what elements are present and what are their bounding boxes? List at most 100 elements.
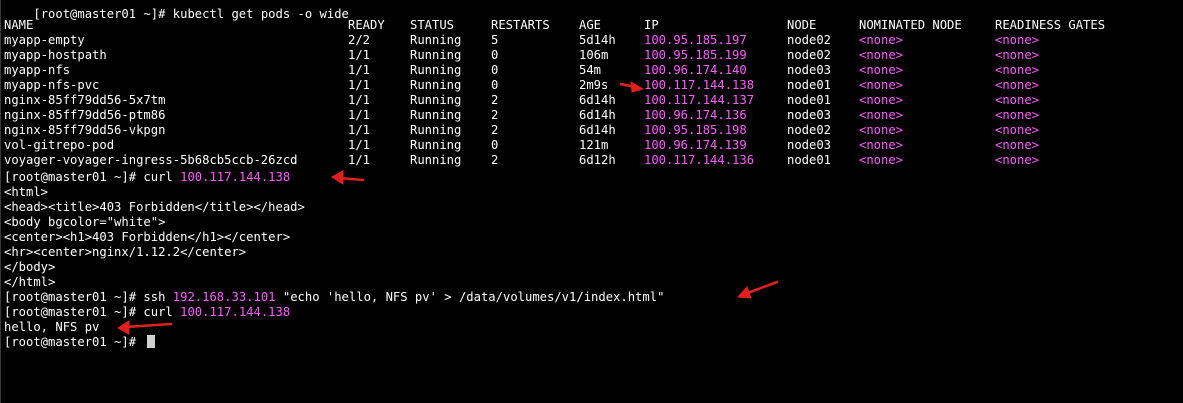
pod-age: 6d14h — [579, 123, 616, 137]
pod-restarts: 5 — [491, 33, 499, 47]
pod-nominated-node: <none> — [859, 33, 904, 47]
arrow-icon — [736, 280, 779, 299]
header-node: NODE — [787, 18, 817, 32]
pod-name: vol-gitrepo-pod — [4, 138, 115, 152]
pod-age: 54m — [579, 63, 602, 77]
ip-argument: 100.117.144.138 — [180, 170, 291, 184]
pod-node: node01 — [787, 93, 832, 107]
shell-prompt: [root@master01 ~]# — [4, 335, 144, 349]
output-line: <body bgcolor="white"> — [4, 215, 166, 229]
ip-argument: 100.117.144.138 — [180, 305, 291, 319]
header-name: NAME — [4, 18, 34, 32]
pod-readiness-gates: <none> — [995, 63, 1040, 77]
pod-readiness-gates: <none> — [995, 138, 1040, 152]
header-readiness-gates: READINESS GATES — [995, 18, 1106, 32]
pod-status: Running — [410, 48, 462, 62]
output-line: </body> — [4, 260, 56, 274]
pod-status: Running — [410, 123, 462, 137]
header-status: STATUS — [410, 18, 455, 32]
pod-nominated-node: <none> — [859, 63, 904, 77]
output-line: <hr><center>nginx/1.12.2</center> — [4, 245, 247, 259]
pod-readiness-gates: <none> — [995, 153, 1040, 167]
output-line: </html> — [4, 275, 56, 289]
ip-argument: 192.168.33.101 — [172, 290, 276, 304]
pod-ready: 2/2 — [348, 33, 371, 47]
pod-restarts: 2 — [491, 153, 499, 167]
pod-ready: 1/1 — [348, 108, 371, 122]
pod-restarts: 0 — [491, 138, 499, 152]
terminal-window[interactable]: [root@master01 ~]# kubectl get pods -o w… — [0, 0, 1183, 403]
shell-prompt: [root@master01 ~]# — [4, 290, 144, 304]
pod-nominated-node: <none> — [859, 108, 904, 122]
table-row: nginx-85ff79dd56-vkpgn 1/1 Running 2 6d1… — [4, 123, 1174, 138]
pod-ip: 100.96.174.139 — [644, 138, 747, 152]
pod-status: Running — [410, 108, 462, 122]
pod-readiness-gates: <none> — [995, 108, 1040, 122]
table-row: myapp-empty 2/2 Running 5 5d14h 100.95.1… — [4, 33, 1174, 48]
pod-ip: 100.95.185.197 — [644, 33, 747, 47]
pod-restarts: 0 — [491, 78, 499, 92]
pod-nominated-node: <none> — [859, 138, 904, 152]
table-row: vol-gitrepo-pod 1/1 Running 0 121m 100.9… — [4, 138, 1174, 153]
pod-age: 106m — [579, 48, 609, 62]
pod-age: 5d14h — [579, 33, 616, 47]
ssh-arguments: "echo 'hello, NFS pv' > /data/volumes/v1… — [282, 290, 665, 304]
pod-node: node03 — [787, 63, 832, 77]
pod-name: nginx-85ff79dd56-5x7tm — [4, 93, 166, 107]
pod-age: 2m9s — [579, 78, 609, 92]
pod-node: node01 — [787, 78, 832, 92]
pod-status: Running — [410, 153, 462, 167]
pod-nominated-node: <none> — [859, 153, 904, 167]
header-age: AGE — [579, 18, 602, 32]
pod-restarts: 2 — [491, 108, 499, 122]
curl-forbidden-command-line: [root@master01 ~]# curl 100.117.144.138 — [4, 170, 290, 185]
arrow-icon — [331, 170, 365, 185]
pod-nominated-node: <none> — [859, 48, 904, 62]
pod-name: myapp-hostpath — [4, 48, 107, 62]
pod-node: node02 — [787, 123, 832, 137]
pod-nominated-node: <none> — [859, 123, 904, 137]
pod-restarts: 0 — [491, 48, 499, 62]
pod-ip: 100.96.174.136 — [644, 108, 747, 122]
header-restarts: RESTARTS — [491, 18, 550, 32]
shell-prompt: [root@master01 ~]# — [4, 305, 144, 319]
table-row: voyager-voyager-ingress-5b68cb5ccb-26zcd… — [4, 153, 1174, 168]
output-line: <head><title>403 Forbidden</title></head… — [4, 200, 305, 214]
pod-readiness-gates: <none> — [995, 48, 1040, 62]
pod-node: node02 — [787, 33, 832, 47]
pod-nominated-node: <none> — [859, 93, 904, 107]
pod-ip: 100.117.144.136 — [644, 153, 755, 167]
pod-name: myapp-nfs-pvc — [4, 78, 100, 92]
pod-name: nginx-85ff79dd56-ptm86 — [4, 108, 166, 122]
pod-readiness-gates: <none> — [995, 78, 1040, 92]
text-cursor[interactable] — [147, 335, 156, 348]
hello-output-line: hello, NFS pv — [4, 320, 100, 334]
active-prompt-line[interactable]: [root@master01 ~]# — [4, 335, 156, 350]
previous-command-line: [root@master01 ~]# kubectl get pods -o w… — [4, 0, 349, 21]
pod-name: myapp-nfs — [4, 63, 71, 77]
pod-nominated-node: <none> — [859, 78, 904, 92]
pod-readiness-gates: <none> — [995, 123, 1040, 137]
pod-age: 6d14h — [579, 93, 616, 107]
pod-ready: 1/1 — [348, 48, 371, 62]
table-row: nginx-85ff79dd56-ptm86 1/1 Running 2 6d1… — [4, 108, 1174, 123]
pod-ready: 1/1 — [348, 153, 371, 167]
pod-ready: 1/1 — [348, 123, 371, 137]
pod-name: myapp-empty — [4, 33, 85, 47]
table-row: myapp-hostpath 1/1 Running 0 106m 100.95… — [4, 48, 1174, 63]
pod-ready: 1/1 — [348, 138, 371, 152]
pod-node: node02 — [787, 48, 832, 62]
pod-status: Running — [410, 33, 462, 47]
pod-ip: 100.96.174.140 — [644, 63, 747, 77]
pod-name: nginx-85ff79dd56-vkpgn — [4, 123, 166, 137]
pod-node: node01 — [787, 153, 832, 167]
pod-status: Running — [410, 63, 462, 77]
pod-age: 6d14h — [579, 108, 616, 122]
command-text: curl — [143, 305, 173, 319]
pod-ready: 1/1 — [348, 63, 371, 77]
pod-ip: 100.117.144.138 — [644, 78, 755, 92]
pod-ready: 1/1 — [348, 93, 371, 107]
pods-table-header: NAME READY STATUS RESTARTS AGE IP NODE N… — [4, 18, 1174, 33]
pod-readiness-gates: <none> — [995, 93, 1040, 107]
shell-prompt: [root@master01 ~]# — [4, 170, 144, 184]
